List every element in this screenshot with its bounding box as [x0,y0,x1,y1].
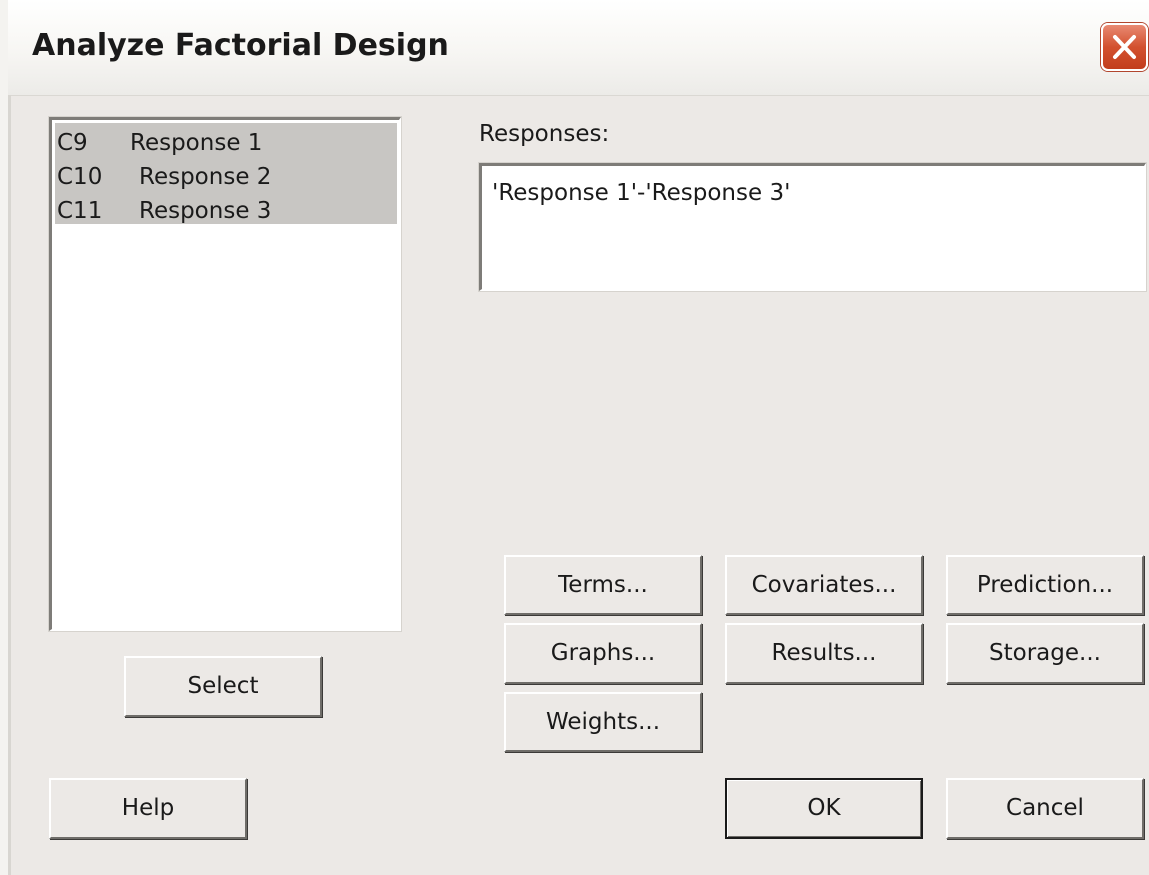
title-bar[interactable]: Analyze Factorial Design [8,0,1149,96]
column-list[interactable]: C9 Response 1 C10 Response 2 C11 Respons… [49,117,401,631]
close-x-icon [1113,35,1136,59]
close-button[interactable] [1101,23,1148,71]
list-item-column: C11 [57,198,103,224]
analyze-factorial-design-dialog: Analyze Factorial Design C9 Response 1 C… [0,0,1149,875]
responses-label: Responses: [479,121,610,147]
cancel-button[interactable]: Cancel [946,778,1144,839]
list-item-column: C10 [57,164,103,190]
responses-value: 'Response 1'-'Response 3' [492,180,791,206]
list-item[interactable]: C9 Response 1 [57,126,387,160]
storage-button[interactable]: Storage... [946,623,1144,684]
weights-button[interactable]: Weights... [504,692,702,752]
covariates-button[interactable]: Covariates... [725,555,923,615]
window-title: Analyze Factorial Design [32,28,449,63]
select-button[interactable]: Select [124,656,322,717]
ok-button[interactable]: OK [725,778,923,839]
list-item-column: C9 [57,130,88,156]
list-item-name: Response 3 [139,198,272,224]
list-item[interactable]: C11 Response 3 [57,194,387,228]
terms-button[interactable]: Terms... [504,555,702,615]
results-button[interactable]: Results... [725,623,923,684]
list-item-name: Response 2 [139,164,272,190]
dialog-left-edge [8,95,11,875]
prediction-button[interactable]: Prediction... [946,555,1144,615]
responses-field[interactable]: 'Response 1'-'Response 3' [479,163,1146,291]
list-item[interactable]: C10 Response 2 [57,160,387,194]
graphs-button[interactable]: Graphs... [504,623,702,684]
help-button[interactable]: Help [49,778,247,839]
list-item-name: Response 1 [130,130,263,156]
